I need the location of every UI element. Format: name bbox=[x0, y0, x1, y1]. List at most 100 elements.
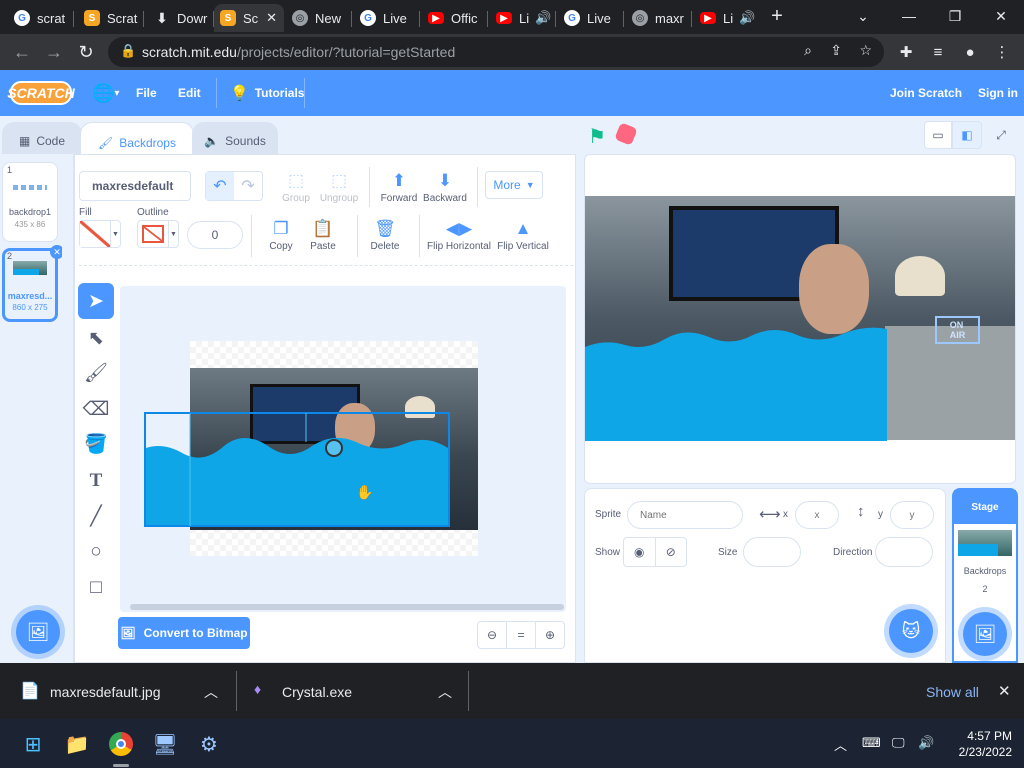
eye-hidden-icon[interactable]: ⊘ bbox=[656, 538, 687, 566]
browser-tab[interactable]: ▶ Li 🔊 bbox=[694, 4, 760, 32]
extensions-icon[interactable]: ✚ bbox=[894, 40, 918, 64]
bookmark-star-icon[interactable]: ☆ bbox=[859, 42, 872, 59]
costume-name-input[interactable]: maxresdefault bbox=[79, 171, 191, 201]
chevron-up-icon[interactable]: ︿ bbox=[438, 682, 452, 702]
media-control-icon[interactable]: ≡ bbox=[926, 40, 950, 64]
address-bar[interactable]: 🔒 scratch.mit.edu/projects/editor/?tutor… bbox=[108, 37, 884, 67]
network-icon[interactable]: 🖵 bbox=[892, 735, 905, 751]
more-button[interactable]: More ▼ bbox=[485, 171, 543, 199]
browser-tab[interactable]: ◎ maxr bbox=[626, 4, 692, 32]
download-item-name[interactable]: Crystal.exe bbox=[282, 684, 352, 700]
browser-tab[interactable]: ▶ Offic bbox=[422, 4, 488, 32]
browser-tab[interactable]: Gscrat bbox=[8, 4, 74, 32]
rectangle-tool-icon[interactable]: □ bbox=[78, 570, 114, 606]
stop-icon[interactable] bbox=[614, 122, 638, 146]
backward-button[interactable]: ⬇ Backward bbox=[423, 171, 467, 204]
choose-backdrop-button[interactable]: 🖼 bbox=[16, 610, 60, 654]
select-tool-icon[interactable]: ➤ bbox=[78, 283, 114, 319]
browser-menu-icon[interactable]: ⋮ bbox=[990, 40, 1014, 64]
size-input[interactable] bbox=[743, 537, 801, 567]
browser-tab[interactable]: G Live bbox=[354, 4, 420, 32]
restore-button[interactable]: ❐ bbox=[932, 0, 978, 32]
undo-icon[interactable]: ↶ bbox=[206, 172, 234, 200]
browser-tab-active[interactable]: S Sc ✕ bbox=[214, 4, 284, 32]
close-shelf-icon[interactable]: ✕ bbox=[998, 682, 1011, 700]
large-stage-button[interactable]: ◧ bbox=[952, 121, 982, 149]
browser-tab[interactable]: ◎ New bbox=[286, 4, 352, 32]
browser-tab[interactable]: ⬇ Dowr bbox=[148, 4, 214, 32]
fill-tool-icon[interactable]: 🪣 bbox=[78, 426, 114, 462]
zoom-reset-button[interactable]: = bbox=[506, 622, 536, 648]
clock-time[interactable]: 4:57 PM bbox=[942, 729, 1012, 743]
menu-file[interactable]: File bbox=[136, 70, 157, 116]
browser-tab[interactable]: S Scrat bbox=[78, 4, 144, 32]
back-icon[interactable]: ← bbox=[10, 40, 34, 64]
chrome-taskbar-icon[interactable] bbox=[106, 729, 136, 759]
ungroup-button[interactable]: ⬚ Ungroup bbox=[319, 171, 359, 204]
zoom-out-icon[interactable]: ⊖ bbox=[478, 622, 506, 648]
convert-to-bitmap-button[interactable]: 🖼 Convert to Bitmap bbox=[118, 617, 250, 649]
clock-date[interactable]: 2/23/2022 bbox=[942, 745, 1012, 759]
eye-icon[interactable]: ◉ bbox=[624, 538, 656, 566]
forward-icon[interactable]: → bbox=[42, 40, 66, 64]
green-flag-icon[interactable]: ⚑ bbox=[588, 124, 606, 149]
join-scratch-link[interactable]: Join Scratch bbox=[890, 70, 962, 116]
minimize-button[interactable]: — bbox=[886, 0, 932, 32]
choose-sprite-button[interactable]: 🐱 bbox=[889, 609, 933, 653]
choose-backdrop-stage-button[interactable]: 🖼 bbox=[963, 612, 1007, 656]
fullscreen-icon[interactable]: ⤢ bbox=[986, 121, 1016, 149]
scratch-logo[interactable]: SCRATCH bbox=[7, 81, 75, 105]
horizontal-scrollbar[interactable] bbox=[130, 604, 564, 610]
close-window-button[interactable]: ✕ bbox=[978, 0, 1024, 32]
keyboard-icon[interactable]: ⌨ bbox=[862, 735, 881, 751]
profile-avatar-icon[interactable]: ● bbox=[958, 40, 982, 64]
remote-desktop-icon[interactable]: 🖥 bbox=[150, 729, 180, 759]
backdrop-item-selected[interactable]: 2 ✕ maxresd... 860 x 275 bbox=[2, 245, 64, 322]
stage-canvas[interactable]: ON AIR bbox=[584, 154, 1016, 484]
y-position-input[interactable] bbox=[890, 501, 934, 529]
chevron-up-icon[interactable]: ︿ bbox=[834, 735, 847, 754]
water-wave-shape[interactable] bbox=[144, 412, 450, 528]
zoom-in-icon[interactable]: ⊕ bbox=[536, 622, 564, 648]
chevron-up-icon[interactable]: ︿ bbox=[204, 682, 218, 702]
sign-in-link[interactable]: Sign in bbox=[978, 70, 1018, 116]
brush-tool-icon[interactable]: 🖌 bbox=[78, 355, 114, 391]
flip-horizontal-button[interactable]: ◀▶ Flip Horizontal bbox=[427, 219, 491, 252]
x-position-input[interactable] bbox=[795, 501, 839, 529]
menu-tutorials[interactable]: 💡 Tutorials bbox=[230, 70, 304, 116]
delete-button[interactable]: 🗑 Delete bbox=[367, 219, 403, 252]
line-tool-icon[interactable]: ╱ bbox=[78, 498, 114, 534]
zoom-icon[interactable]: ⌕ bbox=[804, 42, 812, 59]
direction-input[interactable] bbox=[875, 537, 933, 567]
stage-selector[interactable]: Stage Backdrops 2 🖼 bbox=[952, 488, 1018, 663]
reload-icon[interactable]: ↻ bbox=[74, 40, 98, 64]
close-tab-icon[interactable]: ✕ bbox=[266, 10, 277, 26]
forward-button[interactable]: ⬆ Forward bbox=[379, 171, 419, 204]
outline-color-picker[interactable]: ▼ bbox=[137, 220, 179, 248]
backdrop-item[interactable]: 1 backdrop1 435 x 86 bbox=[2, 162, 58, 242]
settings-gear-icon[interactable]: ⚙ bbox=[194, 729, 224, 759]
volume-icon[interactable]: 🔊 bbox=[918, 735, 934, 751]
small-stage-button[interactable]: ▭ bbox=[924, 121, 952, 149]
share-icon[interactable]: ⇪ bbox=[830, 42, 842, 59]
show-all-downloads-link[interactable]: Show all bbox=[926, 684, 979, 700]
fill-color-picker[interactable]: ▼ bbox=[79, 220, 121, 248]
menu-edit[interactable]: Edit bbox=[178, 70, 201, 116]
download-item-name[interactable]: maxresdefault.jpg bbox=[50, 684, 161, 700]
reshape-tool-icon[interactable]: ⬉ bbox=[78, 320, 114, 356]
windows-start-icon[interactable]: ⊞ bbox=[18, 729, 48, 759]
copy-button[interactable]: ❐ Copy bbox=[263, 219, 299, 252]
file-explorer-icon[interactable]: 📁 bbox=[62, 729, 92, 759]
sprite-name-input[interactable] bbox=[627, 501, 743, 529]
rotation-handle-icon[interactable] bbox=[325, 439, 343, 457]
text-tool-icon[interactable]: T bbox=[78, 463, 114, 499]
language-globe-icon[interactable]: 🌐 ▾ bbox=[92, 70, 119, 116]
group-button[interactable]: ⬚ Group bbox=[281, 171, 311, 204]
paste-button[interactable]: 📋 Paste bbox=[305, 219, 341, 252]
browser-tab[interactable]: G Live bbox=[558, 4, 624, 32]
flip-vertical-button[interactable]: ▲ Flip Vertical bbox=[495, 219, 551, 252]
eraser-tool-icon[interactable]: ⌫ bbox=[78, 391, 114, 427]
new-tab-button[interactable]: + bbox=[760, 0, 794, 32]
paint-canvas[interactable]: ✋ bbox=[120, 286, 566, 612]
redo-icon[interactable]: ↷ bbox=[234, 172, 262, 200]
